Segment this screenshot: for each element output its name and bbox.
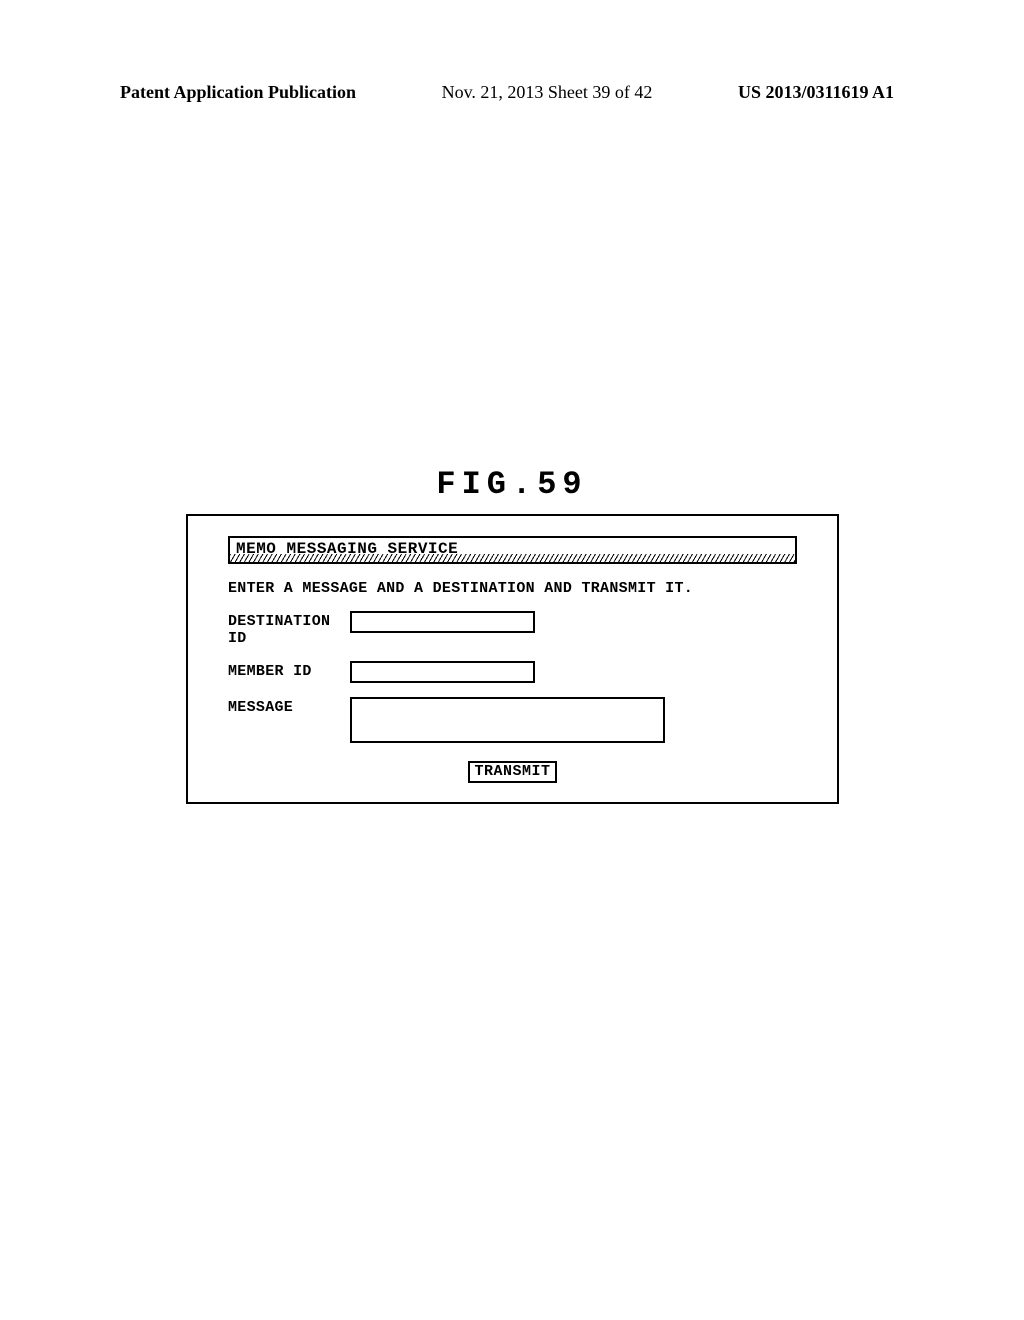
header-publication: Patent Application Publication bbox=[120, 82, 356, 103]
destination-id-input[interactable] bbox=[350, 611, 535, 633]
memo-messaging-dialog: MEMO MESSAGING SERVICE ENTER A MESSAGE A… bbox=[186, 514, 839, 804]
member-id-row: MEMBER ID bbox=[228, 661, 797, 683]
destination-id-row: DESTINATION ID bbox=[228, 611, 797, 647]
page-header: Patent Application Publication Nov. 21, … bbox=[0, 82, 1024, 103]
dialog-title-bar: MEMO MESSAGING SERVICE bbox=[228, 536, 797, 564]
message-label: MESSAGE bbox=[228, 697, 350, 716]
member-id-input[interactable] bbox=[350, 661, 535, 683]
header-date-sheet: Nov. 21, 2013 Sheet 39 of 42 bbox=[442, 82, 653, 103]
message-input[interactable] bbox=[350, 697, 665, 743]
member-id-label: MEMBER ID bbox=[228, 661, 350, 680]
header-patent-number: US 2013/0311619 A1 bbox=[738, 82, 894, 103]
figure-label: FIG.59 bbox=[0, 466, 1024, 503]
transmit-button[interactable]: TRANSMIT bbox=[468, 761, 556, 783]
button-row: TRANSMIT bbox=[228, 761, 797, 783]
instruction-text: ENTER A MESSAGE AND A DESTINATION AND TR… bbox=[228, 580, 797, 597]
destination-id-label: DESTINATION ID bbox=[228, 611, 350, 647]
message-row: MESSAGE bbox=[228, 697, 797, 743]
title-hatch-decoration bbox=[230, 554, 795, 562]
